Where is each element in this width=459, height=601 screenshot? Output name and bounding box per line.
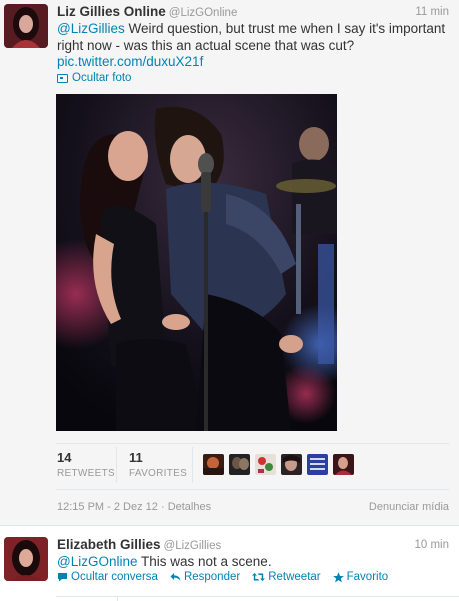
- mention-link[interactable]: @LizGillies: [57, 21, 125, 36]
- reply-icon: [170, 573, 181, 581]
- favorite-label: Favorito: [346, 571, 389, 583]
- favoriter-avatar[interactable]: [307, 454, 328, 475]
- hide-photo-label: Ocultar foto: [72, 72, 132, 84]
- star-icon: [332, 571, 344, 582]
- favorites-label: FAVORITES: [129, 468, 188, 479]
- hide-conversation-label: Ocultar conversa: [71, 571, 158, 583]
- tweet-meta: 12:15 PM - 2 Dez 12 · Detalhes: [57, 501, 211, 513]
- reply-time[interactable]: 10 min: [414, 539, 449, 551]
- hide-conversation-button[interactable]: Ocultar conversa: [57, 571, 158, 583]
- stats-divider-bottom: [56, 489, 449, 490]
- reply-body: This was not a scene.: [137, 554, 272, 569]
- tweet-text: @LizGillies Weird question, but trust me…: [57, 20, 449, 54]
- reply-actions: Ocultar conversa Responder Retweetar Fav…: [57, 571, 388, 583]
- author-handle[interactable]: @LizGOnline: [169, 7, 238, 19]
- favoriters-list: [203, 454, 354, 475]
- favoriter-avatar[interactable]: [229, 454, 250, 475]
- stats-separator: [192, 447, 193, 483]
- stats-separator: [116, 447, 117, 483]
- avatar[interactable]: [4, 4, 48, 48]
- retweets-count: 14: [57, 450, 72, 465]
- favorites-stat[interactable]: 11 FAVORITES: [129, 450, 187, 479]
- author-fullname[interactable]: Liz Gillies Online: [57, 4, 166, 19]
- meta-separator: ·: [160, 501, 165, 513]
- reply-label: Responder: [183, 571, 241, 583]
- reply-avatar[interactable]: [4, 537, 48, 581]
- favoriter-avatar[interactable]: [333, 454, 354, 475]
- tweet-timestamp[interactable]: 12:15 PM - 2 Dez 12: [57, 501, 158, 513]
- retweet-icon: [252, 573, 266, 581]
- conversation-icon: [58, 573, 67, 582]
- concert-photo: [56, 94, 337, 431]
- retweet-label: Retweetar: [268, 571, 321, 583]
- favoriter-avatar[interactable]: [203, 454, 224, 475]
- favoriter-avatar[interactable]: [281, 454, 302, 475]
- tweet-photo[interactable]: [56, 94, 337, 431]
- pic-link[interactable]: pic.twitter.com/duxuX21f: [57, 54, 203, 69]
- reply-text: @LizGOnline This was not a scene.: [57, 553, 449, 570]
- photo-icon: [57, 73, 68, 83]
- retweets-label: RETWEETS: [57, 468, 115, 479]
- retweets-stat[interactable]: 14 RETWEETS: [57, 450, 115, 479]
- favoriter-avatar[interactable]: [255, 454, 276, 475]
- reply-author-fullname[interactable]: Elizabeth Gillies: [57, 537, 161, 552]
- reply-mention-link[interactable]: @LizGOnline: [57, 554, 138, 569]
- author-line: Liz Gillies Online @LizGOnline: [57, 4, 237, 20]
- stats-divider-top: [56, 443, 449, 444]
- report-media-link[interactable]: Denunciar mídia: [369, 501, 449, 513]
- favorite-button[interactable]: Favorito: [332, 571, 389, 583]
- expanded-tweet: Liz Gillies Online @LizGOnline 11 min @Li…: [0, 0, 459, 526]
- details-link[interactable]: Detalhes: [168, 501, 211, 513]
- retweet-button[interactable]: Retweetar: [252, 571, 321, 583]
- bottom-separator: [117, 596, 118, 601]
- reply-author-line: Elizabeth Gillies @LizGillies: [57, 537, 221, 553]
- reply-author-handle[interactable]: @LizGillies: [164, 540, 222, 552]
- favorites-count: 11: [129, 450, 143, 465]
- reply-button[interactable]: Responder: [170, 571, 240, 583]
- tweet-time[interactable]: 11 min: [415, 6, 449, 18]
- hide-photo-button[interactable]: Ocultar foto: [57, 72, 131, 84]
